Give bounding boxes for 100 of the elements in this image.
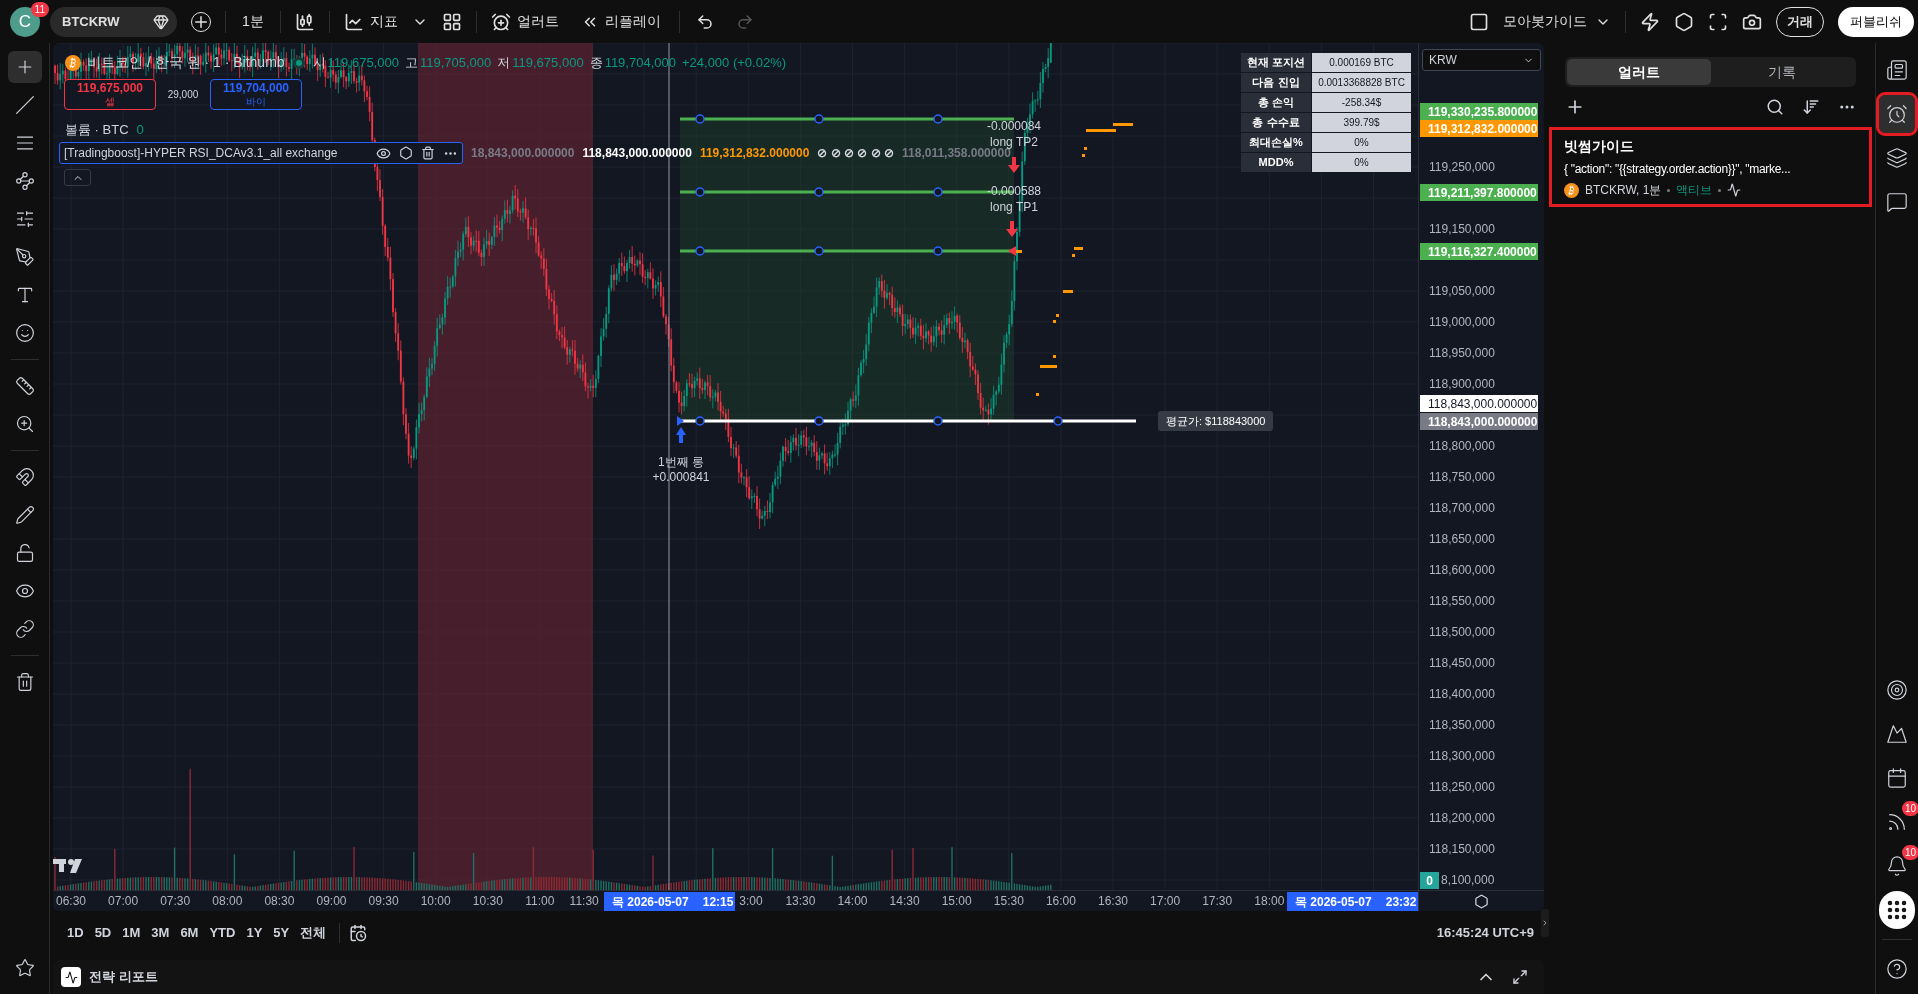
lightning-icon[interactable] <box>1640 11 1660 32</box>
strategy-report-icon <box>61 967 81 987</box>
range-button[interactable]: 5D <box>90 923 116 943</box>
range-button[interactable]: 6M <box>176 923 203 943</box>
newspaper-icon <box>1886 59 1908 81</box>
indicators-button[interactable]: 지표 <box>339 11 402 32</box>
indicator-value: 118,843,000.000000 <box>582 145 692 162</box>
range-button[interactable]: 1D <box>63 923 88 943</box>
time-tick: 10:00 <box>420 893 451 909</box>
price-tick: 118,900,000 <box>1429 376 1495 392</box>
collapse-panel-handle[interactable] <box>1541 909 1549 937</box>
indicator-legend[interactable]: [Tradingboost]-HYPER RSI_DCAv3.1_all exchange <box>59 142 463 164</box>
panel-tab[interactable]: 얼러트 <box>1567 59 1711 85</box>
layout-checkbox-icon[interactable] <box>1469 11 1489 32</box>
sell-arrow <box>1006 221 1018 237</box>
bitcoin-icon <box>1564 182 1579 198</box>
price-tick: 118,150,000 <box>1429 841 1495 857</box>
currency-select[interactable]: KRW <box>1422 49 1541 71</box>
alert-item[interactable]: 빗썸가이드 { "action": "{{strategy.order.action}}", "marke... BTCKRW, 1분 액티브 <box>1549 127 1872 207</box>
symbol-search[interactable]: BTCKRW <box>50 6 177 37</box>
fullscreen-icon[interactable] <box>1708 11 1728 32</box>
notification-badge: 10 <box>1901 845 1918 860</box>
drawing-tool-button[interactable] <box>7 51 42 83</box>
price-tick: 118,450,000 <box>1429 655 1495 671</box>
pencil-icon <box>14 505 35 525</box>
eye-icon[interactable] <box>376 145 391 161</box>
sidebar-button[interactable]: 10 <box>1879 847 1915 885</box>
sliders-icon <box>14 209 35 229</box>
price-tick: 8,100,000 <box>1441 872 1495 888</box>
time-tick: 08:30 <box>264 893 295 909</box>
sidebar-button[interactable] <box>1879 891 1915 929</box>
price-marker: 119,330,235.800000 <box>1420 103 1538 120</box>
notification-badge: 11 <box>30 1 49 17</box>
sidebar-button[interactable]: 10 <box>1879 803 1915 841</box>
time-tick: 09:30 <box>368 893 399 909</box>
go-to-date-icon[interactable] <box>349 924 368 942</box>
range-button[interactable]: 전체 <box>296 923 331 943</box>
ohlc-key: 고 <box>404 52 418 73</box>
table-cell: 399.79$ <box>1312 113 1411 132</box>
table-cell: -258.34$ <box>1312 93 1411 112</box>
volume-label: 볼륨 · BTC <box>65 121 129 139</box>
price-tick: 118,300,000 <box>1429 748 1495 764</box>
time-tick: 06:30 <box>56 893 86 909</box>
interval-button[interactable]: 1분 <box>236 11 270 32</box>
alert-symbol: BTCKRW, 1분 <box>1585 182 1662 199</box>
table-cell: 0% <box>1312 133 1411 152</box>
crosshair-time-label: 목 2026-05-07 12:15 <box>604 892 735 911</box>
time-tick: 3:00 <box>739 893 763 909</box>
feed-icon <box>1886 811 1908 833</box>
table-cell: 0.000169 BTC <box>1312 53 1411 72</box>
trash-icon[interactable] <box>421 146 435 160</box>
search-icon[interactable] <box>1766 98 1784 116</box>
trade-pnl-label: -0.000084 <box>987 118 1041 134</box>
chat-icon <box>1886 191 1908 213</box>
price-tick: 118,500,000 <box>1429 624 1495 640</box>
panel-tab[interactable]: 기록 <box>1710 59 1854 85</box>
alert-button[interactable]: 얼러트 <box>486 11 563 32</box>
table-cell: 최대손실% <box>1241 133 1311 152</box>
publish-button[interactable]: 퍼블리쉬 <box>1838 6 1914 37</box>
sidebar-button[interactable] <box>1879 95 1915 133</box>
smiley-icon <box>14 323 35 343</box>
range-button[interactable]: 5Y <box>269 923 294 943</box>
candlestick-icon <box>294 11 315 32</box>
settings-icon[interactable] <box>1674 11 1694 32</box>
maximize-icon[interactable] <box>1512 969 1528 985</box>
ruler-icon <box>14 376 35 396</box>
table-cell: 총 수수료 <box>1241 113 1311 132</box>
trend-line-icon <box>14 95 35 115</box>
range-button[interactable]: 1M <box>118 923 145 943</box>
price-tick: 118,950,000 <box>1429 345 1495 361</box>
layout-name-button[interactable]: 모아봇가이드 <box>1503 11 1611 32</box>
price-marker: 118,843,000.000000 <box>1420 395 1538 412</box>
settings-icon[interactable] <box>399 146 413 160</box>
gem-icon <box>153 13 169 30</box>
alert-name: 빗썸가이드 <box>1564 137 1635 156</box>
sell-button[interactable]: 119,675,000 셀 <box>64 79 156 110</box>
trash-icon <box>14 672 35 692</box>
settings-icon[interactable] <box>1474 893 1489 909</box>
ohlc-value: 119,675,000 <box>512 53 584 72</box>
price-marker: 119,116,327.400000 <box>1420 243 1538 260</box>
time-tick: 11:30 <box>569 893 599 909</box>
price-tick: 119,250,000 <box>1429 159 1495 175</box>
collapse-legend-button[interactable] <box>64 169 91 186</box>
undo-icon <box>695 12 714 31</box>
price-tick: 118,800,000 <box>1429 438 1495 454</box>
pen-icon <box>14 247 35 267</box>
table-cell: 0% <box>1312 153 1411 172</box>
range-button[interactable]: 3M <box>147 923 174 943</box>
table-cell: 현재 포지션 <box>1241 53 1311 72</box>
range-button[interactable]: 1Y <box>242 923 267 943</box>
time-tick: 14:00 <box>837 893 868 909</box>
price-tick: 118,550,000 <box>1429 593 1495 609</box>
calendar-icon <box>1886 767 1908 789</box>
buy-button[interactable]: 119,704,000 바이 <box>210 79 302 110</box>
time-tick: 10:30 <box>472 893 503 909</box>
sort-icon[interactable] <box>1802 98 1820 116</box>
replay-button[interactable]: 리플레이 <box>572 11 669 32</box>
volume-value: 0 <box>136 121 144 139</box>
alert-message: { "action": "{{strategy.order.action}}", "marke... <box>1564 161 1792 178</box>
range-button[interactable]: YTD <box>205 923 240 943</box>
